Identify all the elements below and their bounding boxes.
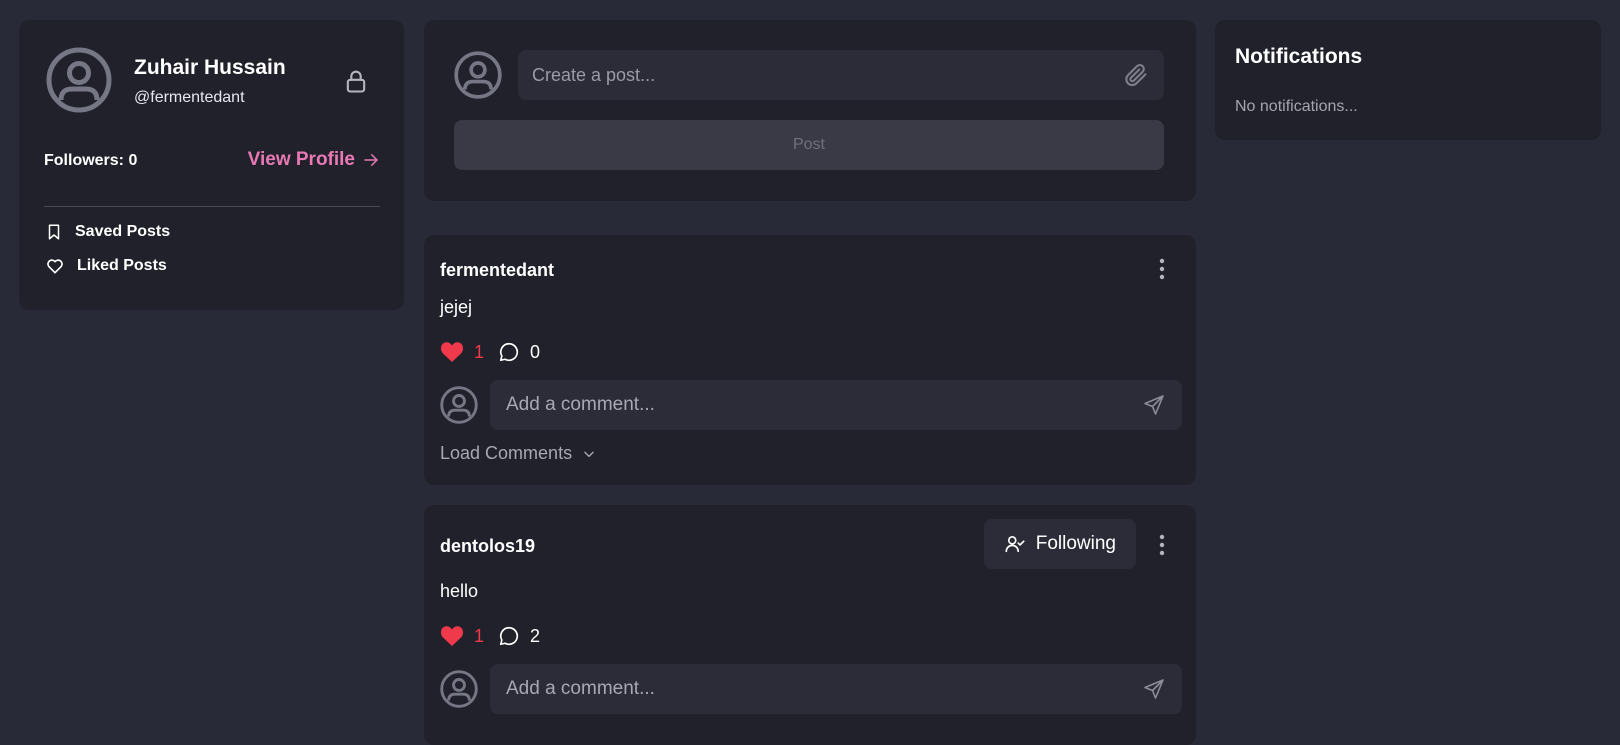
comment-row: Add a comment...: [440, 380, 1182, 430]
sidebar-item-saved-posts[interactable]: Saved Posts: [45, 222, 170, 242]
sidebar-item-label: Liked Posts: [77, 257, 167, 274]
bookmark-icon: [48, 224, 60, 240]
sidebar-item-label: Saved Posts: [75, 223, 171, 240]
more-options-icon[interactable]: [1158, 533, 1166, 557]
load-comments-button[interactable]: Load Comments: [440, 443, 596, 464]
send-icon[interactable]: [1142, 393, 1166, 417]
profile-handle: @fermentedant: [134, 89, 245, 106]
comment-count: 0: [530, 341, 541, 362]
create-post-placeholder: Create a post...: [532, 64, 656, 85]
post-composer: Create a post... Post: [424, 20, 1196, 201]
like-button[interactable]: 1: [440, 341, 484, 363]
heart-filled-icon: [440, 342, 464, 362]
sidebar-item-liked-posts[interactable]: Liked Posts: [45, 256, 167, 276]
post-body: jejej: [440, 297, 473, 317]
avatar[interactable]: [454, 51, 502, 99]
divider: [44, 206, 380, 207]
comment-input[interactable]: Add a comment...: [490, 664, 1182, 714]
comment-row: Add a comment...: [440, 664, 1182, 714]
notifications-empty-text: No notifications...: [1235, 98, 1358, 115]
like-count: 1: [474, 341, 485, 362]
view-profile-link[interactable]: View Profile: [248, 149, 380, 171]
chevron-down-icon: [584, 451, 594, 457]
post-stats: 1 2: [440, 625, 540, 647]
notifications-title: Notifications: [1235, 45, 1363, 68]
notifications-panel: Notifications No notifications...: [1215, 20, 1601, 140]
following-label: Following: [1035, 533, 1116, 554]
create-post-input[interactable]: Create a post...: [518, 50, 1164, 100]
send-icon[interactable]: [1142, 677, 1166, 701]
post-username[interactable]: dentolos19: [440, 536, 535, 557]
profile-card: Zuhair Hussain @fermentedant Followers: …: [19, 20, 404, 310]
lock-icon[interactable]: [342, 67, 370, 95]
profile-name: Zuhair Hussain: [134, 56, 286, 79]
post-button[interactable]: Post: [454, 120, 1164, 170]
user-avatar-icon: [46, 47, 112, 113]
view-profile-label: View Profile: [247, 149, 355, 170]
user-avatar-icon: [440, 670, 478, 708]
user-avatar-icon: [440, 386, 478, 424]
comment-button[interactable]: 2: [498, 625, 540, 647]
chat-bubble-icon: [499, 342, 519, 362]
post-username[interactable]: fermentedant: [440, 260, 554, 281]
chat-bubble-icon: [499, 626, 519, 646]
like-count: 1: [474, 625, 485, 646]
avatar[interactable]: [46, 47, 112, 113]
post-card: dentolos19 Following hello 1 2 Add a com…: [424, 505, 1196, 745]
post-body: hello: [440, 581, 479, 601]
arrow-right-icon: [364, 154, 378, 166]
more-options-icon[interactable]: [1158, 257, 1166, 281]
comment-count: 2: [530, 625, 541, 646]
paperclip-icon[interactable]: [1122, 61, 1150, 89]
post-stats: 1 0: [440, 341, 540, 363]
comment-input[interactable]: Add a comment...: [490, 380, 1182, 430]
heart-filled-icon: [440, 626, 464, 646]
user-check-icon: [1005, 536, 1025, 553]
followers-count: Followers: 0: [44, 152, 138, 169]
heart-outline-icon: [47, 259, 63, 274]
post-card: fermentedant jejej 1 0 Add a comment...: [424, 235, 1196, 485]
following-button[interactable]: Following: [983, 519, 1136, 569]
like-button[interactable]: 1: [440, 625, 484, 647]
load-comments-label: Load Comments: [440, 443, 573, 463]
comment-button[interactable]: 0: [498, 341, 540, 363]
user-avatar-icon: [454, 51, 502, 99]
comment-placeholder: Add a comment...: [506, 678, 655, 699]
comment-placeholder: Add a comment...: [506, 394, 655, 415]
